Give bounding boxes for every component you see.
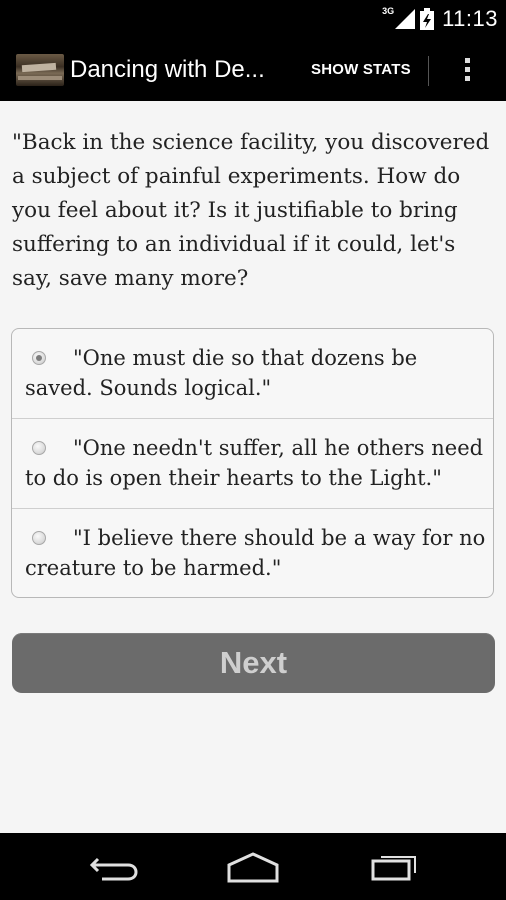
- signal-strength-icon: [395, 9, 416, 29]
- overflow-menu-icon[interactable]: [446, 38, 488, 101]
- choice-list: "One must die so that dozens be saved. S…: [11, 328, 494, 598]
- app-logo-icon[interactable]: [16, 53, 64, 86]
- choice-label: "One must die so that dozens be saved. S…: [25, 346, 418, 400]
- status-clock: 11:13: [442, 6, 498, 31]
- back-icon[interactable]: [84, 849, 144, 885]
- choice-label: "I believe there should be a way for no …: [25, 526, 486, 580]
- choice-option-2[interactable]: "One needn't suffer, all he others need …: [12, 419, 493, 509]
- action-bar: Dancing with De... SHOW STATS: [0, 38, 506, 101]
- next-button[interactable]: Next: [12, 633, 495, 693]
- battery-icon: [420, 8, 435, 30]
- home-icon[interactable]: [223, 849, 283, 885]
- choice-option-3[interactable]: "I believe there should be a way for no …: [12, 509, 493, 597]
- question-text: "Back in the science facility, you disco…: [12, 130, 490, 291]
- choice-label: "One needn't suffer, all he others need …: [25, 436, 484, 490]
- navigation-bar: [0, 833, 506, 900]
- choice-option-1[interactable]: "One must die so that dozens be saved. S…: [12, 329, 493, 419]
- app-title: Dancing with De...: [70, 55, 265, 83]
- action-bar-divider: [428, 56, 429, 86]
- show-stats-button[interactable]: SHOW STATS: [311, 38, 411, 101]
- recent-apps-icon[interactable]: [363, 849, 423, 885]
- network-type-label: 3G: [382, 6, 395, 16]
- status-bar: 3G 11:13: [0, 0, 506, 38]
